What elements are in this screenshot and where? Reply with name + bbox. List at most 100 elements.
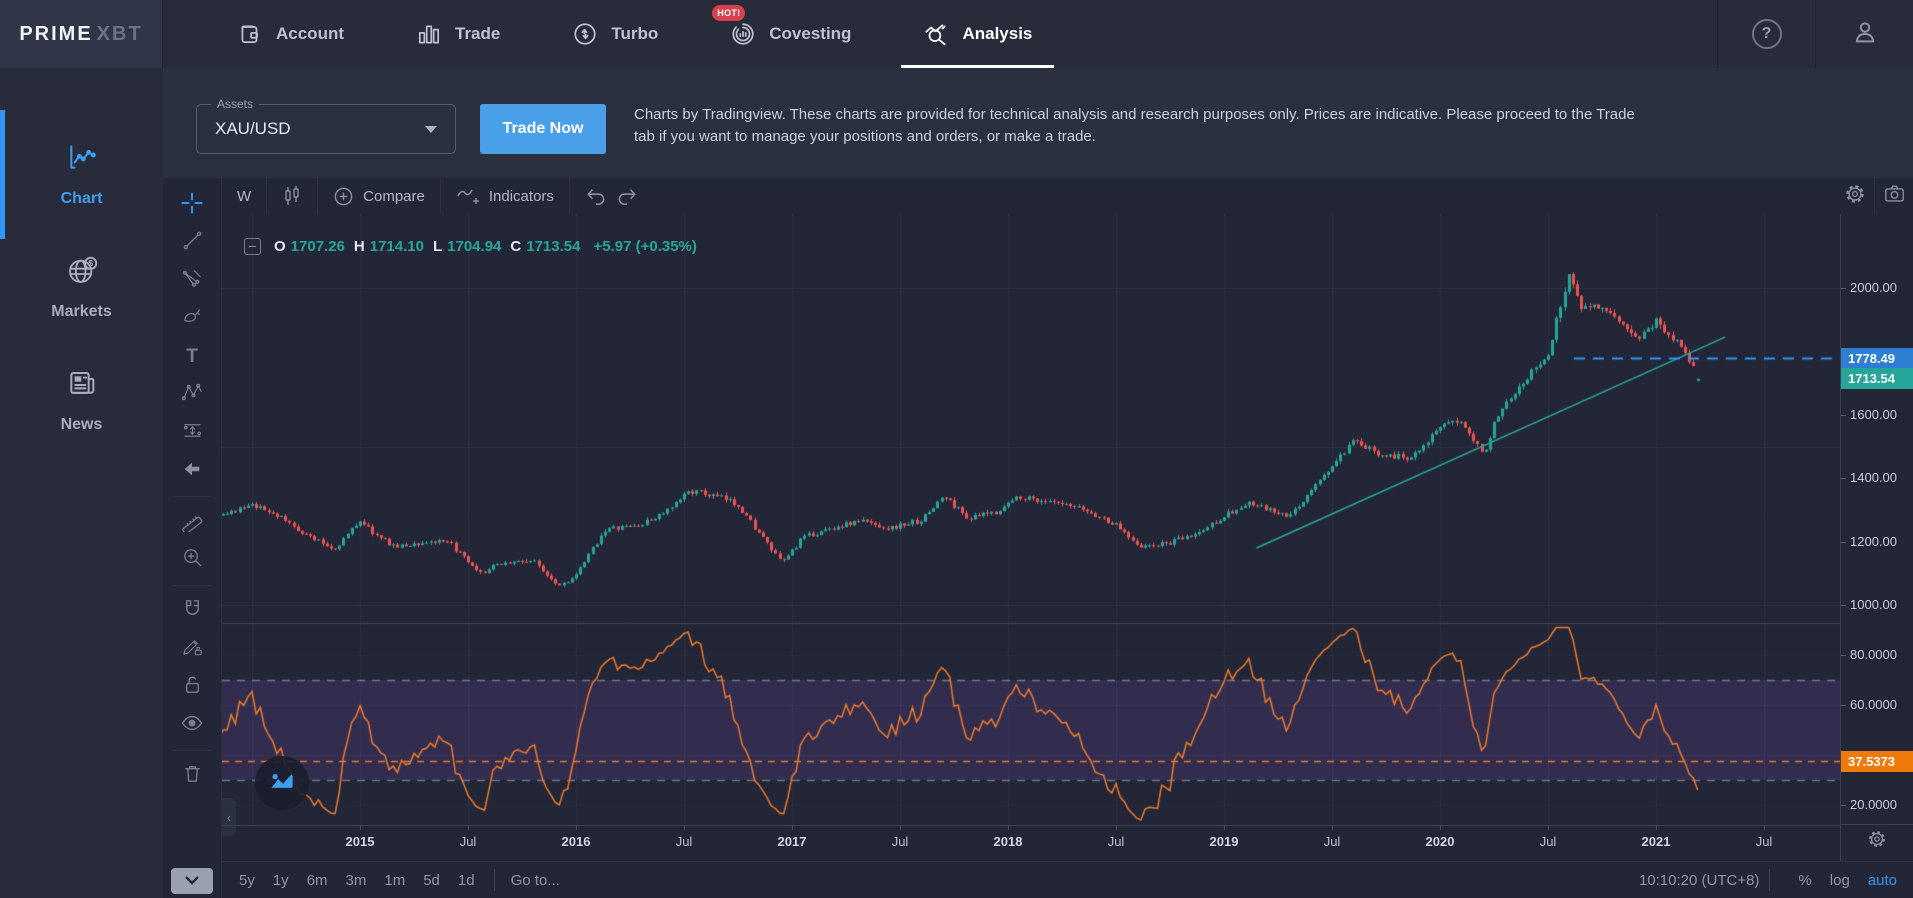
scale-percent-button[interactable]: % bbox=[1798, 872, 1811, 889]
goto-button[interactable]: Go to... bbox=[511, 872, 560, 889]
primexbt-logo[interactable]: PRIME XBT bbox=[0, 0, 163, 68]
indicators-button[interactable]: Indicators bbox=[441, 178, 570, 214]
chart-settings-button[interactable] bbox=[1836, 178, 1874, 214]
price-tick: 1200.00 bbox=[1841, 532, 1913, 552]
hide-drawings-button[interactable] bbox=[173, 706, 211, 744]
nav-item-trade[interactable]: Trade bbox=[380, 0, 536, 68]
price-tick: 1000.00 bbox=[1841, 595, 1913, 615]
scale-auto-button[interactable]: auto bbox=[1868, 872, 1897, 889]
sidebar-item-label: News bbox=[60, 416, 103, 433]
trendline-tool-button[interactable] bbox=[173, 224, 211, 262]
scale-controls: % log auto bbox=[1780, 872, 1897, 889]
remove-drawings-button[interactable] bbox=[173, 757, 211, 795]
legend-collapse-icon[interactable]: – bbox=[244, 238, 261, 255]
price-chart-canvas[interactable] bbox=[222, 214, 1840, 825]
sidebar-item-label: Markets bbox=[51, 303, 112, 320]
clock[interactable]: 10:10:20 (UTC+8) bbox=[1639, 872, 1759, 889]
charts-disclaimer: Charts by Tradingview. These charts are … bbox=[634, 106, 1635, 145]
assets-band: Assets XAU/USD Trade Now Charts by Tradi… bbox=[163, 68, 1913, 178]
price-axis[interactable]: 2000.00 1600.00 1400.00 1200.00 1000.00 80.00… bbox=[1840, 214, 1913, 861]
range-5y-button[interactable]: 5y bbox=[230, 872, 264, 889]
undo-redo-group bbox=[570, 178, 653, 214]
nav-item-label: Covesting bbox=[769, 24, 852, 43]
legend-value: 1704.94 bbox=[447, 238, 502, 255]
time-label: 2019 bbox=[1209, 834, 1239, 849]
legend-value: 1714.10 bbox=[369, 238, 424, 255]
chart-right-column: W Compare Indicators – O 1707.26 H 1714.… bbox=[222, 178, 1913, 898]
forecast-tool-button[interactable] bbox=[173, 414, 211, 452]
toolbar-more-button[interactable] bbox=[171, 868, 213, 894]
top-nav: PRIME XBT Account Trade Turbo HOT! Covest… bbox=[0, 0, 1913, 68]
assets-select[interactable]: Assets XAU/USD bbox=[196, 97, 456, 154]
gann-fib-tool-button[interactable] bbox=[173, 262, 211, 300]
time-tick bbox=[1116, 826, 1117, 830]
nav-item-analysis[interactable]: Analysis bbox=[887, 0, 1068, 68]
range-1y-button[interactable]: 1y bbox=[264, 872, 298, 889]
undo-icon[interactable] bbox=[585, 187, 607, 205]
profile-button[interactable] bbox=[1816, 0, 1913, 68]
stay-in-drawing-mode-button[interactable] bbox=[173, 630, 211, 668]
range-1d-button[interactable]: 1d bbox=[449, 872, 484, 889]
range-1m-button[interactable]: 1m bbox=[375, 872, 414, 889]
crosshair-tool-button[interactable] bbox=[173, 186, 211, 224]
time-tick bbox=[1224, 826, 1225, 830]
time-axis[interactable]: 2015 Jul 2016 Jul 2017 Jul 2018 Jul 2019 Jul 2020 J… bbox=[222, 825, 1840, 861]
trash-icon bbox=[181, 762, 204, 790]
text-tool-button[interactable]: T bbox=[173, 338, 211, 376]
zoom-in-tool-button[interactable] bbox=[173, 541, 211, 579]
assets-field-label: Assets bbox=[211, 97, 260, 111]
nav-item-turbo[interactable]: Turbo bbox=[536, 0, 694, 68]
pattern-icon bbox=[181, 381, 204, 409]
scale-log-button[interactable]: log bbox=[1830, 872, 1850, 889]
magnet-mode-button[interactable] bbox=[173, 592, 211, 630]
legend-key: L bbox=[432, 238, 443, 255]
nav-item-covesting[interactable]: HOT! Covesting bbox=[694, 0, 887, 68]
price-tick: 1600.00 bbox=[1841, 405, 1913, 425]
help-button[interactable]: ? bbox=[1718, 0, 1815, 68]
pattern-tool-button[interactable] bbox=[173, 376, 211, 414]
gear-icon bbox=[1844, 183, 1866, 210]
divider bbox=[1769, 869, 1771, 891]
measure-tool-button[interactable] bbox=[173, 503, 211, 541]
legend-change: +5.97 (+0.35%) bbox=[593, 238, 697, 255]
text-tool-icon: T bbox=[186, 346, 198, 367]
arrow-tool-button[interactable] bbox=[173, 452, 211, 490]
user-icon bbox=[1851, 18, 1879, 51]
time-tick bbox=[576, 826, 577, 830]
wallet-icon bbox=[237, 21, 263, 47]
range-5d-button[interactable]: 5d bbox=[414, 872, 449, 889]
legend-key: H bbox=[353, 238, 365, 255]
interval-button[interactable]: W bbox=[222, 178, 268, 214]
price-tick: 2000.00 bbox=[1841, 278, 1913, 298]
chart-style-button[interactable] bbox=[267, 178, 319, 214]
time-label: 2020 bbox=[1425, 834, 1455, 849]
range-6m-button[interactable]: 6m bbox=[298, 872, 337, 889]
redo-icon[interactable] bbox=[616, 187, 638, 205]
newspaper-icon bbox=[66, 367, 98, 404]
sidebar-item-chart[interactable]: Chart bbox=[0, 110, 163, 239]
time-label: 2016 bbox=[561, 834, 591, 849]
range-3m-button[interactable]: 3m bbox=[337, 872, 376, 889]
time-tick bbox=[684, 826, 685, 830]
brush-tool-button[interactable] bbox=[173, 300, 211, 338]
sidebar-item-news[interactable]: News bbox=[0, 344, 163, 457]
lock-drawings-button[interactable] bbox=[173, 668, 211, 706]
price-tick: 1400.00 bbox=[1841, 468, 1913, 488]
time-label: Jul bbox=[675, 834, 693, 849]
screenshot-button[interactable] bbox=[1875, 178, 1913, 214]
rsi-tick: 80.0000 bbox=[1841, 645, 1913, 665]
compare-button[interactable]: Compare bbox=[318, 178, 441, 214]
chart-area: – O 1707.26 H 1714.10 L 1704.94 C 1713.54 +5.97 … bbox=[222, 214, 1913, 861]
rsi-indicator-logo[interactable] bbox=[255, 756, 309, 810]
sidebar-item-markets[interactable]: $ Markets bbox=[0, 231, 163, 344]
nav-item-account[interactable]: Account bbox=[201, 0, 380, 68]
brush-icon bbox=[181, 305, 204, 333]
time-tick bbox=[1440, 826, 1441, 830]
nav-item-label: Analysis bbox=[962, 24, 1033, 43]
range-buttons: 5y 1y 6m 3m 1m 5d 1d bbox=[230, 872, 484, 889]
axis-settings-button[interactable] bbox=[1841, 829, 1913, 854]
analysis-icon bbox=[923, 21, 949, 47]
eye-icon bbox=[180, 711, 204, 740]
trade-now-button[interactable]: Trade Now bbox=[480, 104, 606, 154]
time-tick bbox=[792, 826, 793, 830]
